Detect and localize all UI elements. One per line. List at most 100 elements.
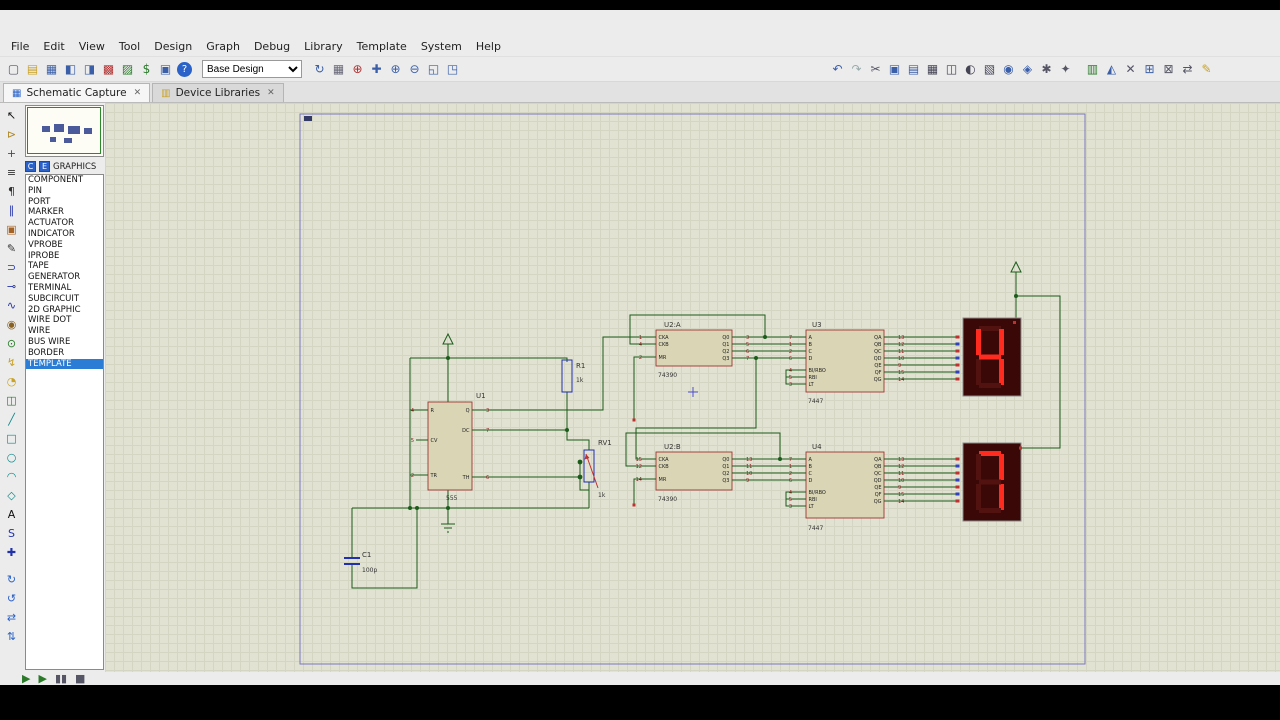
object-selector-item[interactable]: BORDER: [26, 348, 103, 359]
graph-mode-icon[interactable]: ∿: [2, 296, 21, 315]
wire-label-mode-icon[interactable]: ≡: [2, 163, 21, 182]
menu-item[interactable]: Design: [147, 38, 199, 55]
2d-text-mode-icon[interactable]: A: [2, 505, 21, 524]
selection-pointer-icon[interactable]: ↖: [2, 106, 21, 125]
tab-close-icon[interactable]: ✕: [267, 88, 275, 98]
device-pin-mode-icon[interactable]: ⊸: [2, 277, 21, 296]
edit-properties-icon[interactable]: ✎: [1197, 60, 1216, 79]
decompose-icon[interactable]: ✦: [1056, 60, 1075, 79]
play-button[interactable]: ▶: [22, 672, 30, 685]
resistor-r1[interactable]: R1 1k: [561, 359, 585, 393]
netlist-compile-icon[interactable]: ◭: [1102, 60, 1121, 79]
ground-terminal-icon[interactable]: [441, 523, 455, 533]
seven-segment-display-1[interactable]: [955, 317, 1022, 397]
step-button[interactable]: ▶: [38, 672, 46, 685]
object-selector-item[interactable]: PORT: [26, 197, 103, 208]
virtual-instruments-mode-icon[interactable]: ◫: [2, 391, 21, 410]
remove-sheet-icon[interactable]: ⊠: [1159, 60, 1178, 79]
terminals-mode-icon[interactable]: ⊃: [2, 258, 21, 277]
current-probe-mode-icon[interactable]: ◔: [2, 372, 21, 391]
mirror-x-icon[interactable]: ⇄: [2, 608, 21, 627]
generator-mode-icon[interactable]: ⊙: [2, 334, 21, 353]
zoom-in-icon[interactable]: ⊕: [386, 60, 405, 79]
components-filter-button[interactable]: C: [25, 161, 36, 172]
object-selector-item[interactable]: PIN: [26, 186, 103, 197]
grid-toggle-icon[interactable]: ▦: [329, 60, 348, 79]
2d-circle-mode-icon[interactable]: ○: [2, 448, 21, 467]
open-project-icon[interactable]: ▤: [23, 60, 42, 79]
overview-preview[interactable]: [25, 105, 104, 157]
tab-device-libraries[interactable]: ▥ Device Libraries ✕: [152, 83, 284, 102]
capacitor-c1[interactable]: C1 100p: [344, 551, 377, 574]
object-selector-item[interactable]: TAPE: [26, 261, 103, 272]
buses-mode-icon[interactable]: ∥: [2, 201, 21, 220]
2d-path-mode-icon[interactable]: ◇: [2, 486, 21, 505]
design-explorer-icon[interactable]: ▣: [156, 60, 175, 79]
zoom-out-icon[interactable]: ⊖: [405, 60, 424, 79]
object-selector-item[interactable]: BUS WIRE: [26, 337, 103, 348]
tab-close-icon[interactable]: ✕: [134, 88, 142, 98]
menu-item[interactable]: Graph: [199, 38, 247, 55]
voltage-probe-mode-icon[interactable]: ↯: [2, 353, 21, 372]
object-selector-item[interactable]: TEMPLATE: [26, 358, 103, 370]
text-script-mode-icon[interactable]: ¶: [2, 182, 21, 201]
menu-item[interactable]: Tool: [112, 38, 147, 55]
menu-item[interactable]: File: [4, 38, 36, 55]
exchange-sheet-icon[interactable]: ⇄: [1178, 60, 1197, 79]
origin-icon[interactable]: ⊕: [348, 60, 367, 79]
redo-icon[interactable]: ↷: [847, 60, 866, 79]
block-delete-icon[interactable]: ▧: [980, 60, 999, 79]
2d-box-mode-icon[interactable]: □: [2, 429, 21, 448]
schematic-capture-icon[interactable]: ▩: [99, 60, 118, 79]
pcb-layout-icon[interactable]: ▨: [118, 60, 137, 79]
menu-item[interactable]: Edit: [36, 38, 71, 55]
2d-marker-mode-icon[interactable]: ✚: [2, 543, 21, 562]
chip-U1[interactable]: 4 R 5 CV 2 TR 3 Q 7 DC 6 TH U1 555: [411, 392, 489, 502]
object-selector-item[interactable]: WIRE DOT: [26, 315, 103, 326]
chip-U3[interactable]: 7 A1 B2 C6 D4 BI/RBO5 RBI3 LT13QA12QB11QC10QD9Q…: [789, 321, 905, 405]
object-selector-item[interactable]: VPROBE: [26, 240, 103, 251]
packaging-tool-icon[interactable]: ✱: [1037, 60, 1056, 79]
object-selector-item[interactable]: SUBCIRCUIT: [26, 294, 103, 305]
schematic-canvas[interactable]: R1 1k RV1 1k C1 100p 4R 5 CV 2 TR 3 Q 7 …: [105, 103, 1280, 672]
menu-item[interactable]: Debug: [247, 38, 297, 55]
pick-device-icon[interactable]: ◉: [999, 60, 1018, 79]
instant-edit-mode-icon[interactable]: ✎: [2, 239, 21, 258]
pan-icon[interactable]: ✚: [367, 60, 386, 79]
seven-segment-display-2[interactable]: [955, 442, 1023, 522]
search-tag-icon[interactable]: ✕: [1121, 60, 1140, 79]
object-selector-item[interactable]: 2D GRAPHIC: [26, 305, 103, 316]
bill-of-materials-icon[interactable]: $: [137, 60, 156, 79]
junction-dot-mode-icon[interactable]: +: [2, 144, 21, 163]
cut-icon[interactable]: ✂: [866, 60, 885, 79]
object-selector-item[interactable]: TERMINAL: [26, 283, 103, 294]
make-device-icon[interactable]: ◈: [1018, 60, 1037, 79]
2d-symbol-mode-icon[interactable]: S: [2, 524, 21, 543]
2d-arc-mode-icon[interactable]: ◠: [2, 467, 21, 486]
mirror-y-icon[interactable]: ⇅: [2, 627, 21, 646]
block-move-icon[interactable]: ◫: [942, 60, 961, 79]
pause-button[interactable]: ▮▮: [55, 672, 67, 685]
tape-recorder-mode-icon[interactable]: ◉: [2, 315, 21, 334]
chip-U2:B[interactable]: 15 CKA 12 CKB 14 MR 13 Q0 11 Q1 10 Q2 9 Q3 U2:B 74390: [636, 443, 753, 503]
object-selector-item[interactable]: IPROBE: [26, 251, 103, 262]
block-rotate-icon[interactable]: ◐: [961, 60, 980, 79]
component-mode-icon[interactable]: ⊳: [2, 125, 21, 144]
object-selector-item[interactable]: GENERATOR: [26, 272, 103, 283]
object-selector-item[interactable]: INDICATOR: [26, 229, 103, 240]
menu-item[interactable]: Library: [297, 38, 349, 55]
help-icon[interactable]: ?: [177, 61, 192, 77]
rotate-anticlockwise-icon[interactable]: ↺: [2, 589, 21, 608]
object-selector-item[interactable]: WIRE: [26, 326, 103, 337]
menu-item[interactable]: System: [414, 38, 469, 55]
electrical-rule-check-icon[interactable]: ▥: [1083, 60, 1102, 79]
menu-item[interactable]: Help: [469, 38, 508, 55]
menu-item[interactable]: View: [72, 38, 112, 55]
export-icon[interactable]: ◨: [80, 60, 99, 79]
menu-item[interactable]: Template: [350, 38, 414, 55]
paste-icon[interactable]: ▤: [904, 60, 923, 79]
zoom-area-icon[interactable]: ◱: [424, 60, 443, 79]
object-selector-item[interactable]: COMPONENT: [26, 175, 103, 186]
undo-icon[interactable]: ↶: [828, 60, 847, 79]
refresh-icon[interactable]: ↻: [310, 60, 329, 79]
